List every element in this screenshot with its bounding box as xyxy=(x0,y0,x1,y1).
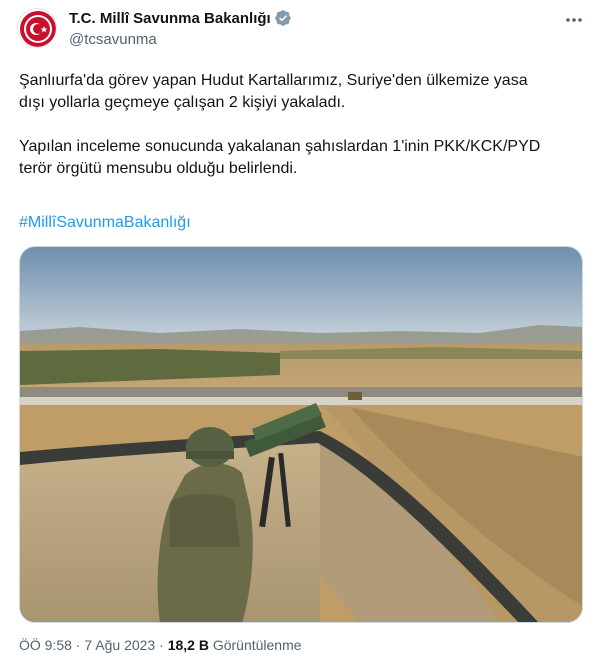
tweet-photo[interactable] xyxy=(19,246,583,623)
author-display-name[interactable]: T.C. Millî Savunma Bakanlığı xyxy=(69,10,271,27)
meta-separator: · xyxy=(71,637,85,653)
hashtag-link[interactable]: #MillîSavunmaBakanlığı xyxy=(19,212,191,234)
photo-soldier-binoculars-border xyxy=(20,247,582,622)
tweet-date[interactable]: 7 Ağu 2023 xyxy=(84,637,155,653)
more-horizontal-icon xyxy=(566,18,582,22)
verified-badge-icon[interactable] xyxy=(274,9,292,27)
more-options-button[interactable] xyxy=(562,12,586,28)
meta-separator: · xyxy=(155,637,168,653)
author-handle[interactable]: @tcsavunma xyxy=(69,31,157,48)
tweet-text: Şanlıurfa'da görev yapan Hudut Kartallar… xyxy=(19,70,589,202)
views-count: 18,2 B xyxy=(167,637,209,653)
avatar[interactable] xyxy=(17,8,57,48)
tweet-meta: ÖÖ 9:58 · 7 Ağu 2023 · 18,2 B Görüntülen… xyxy=(19,637,302,653)
tweet-paragraph: Şanlıurfa'da görev yapan Hudut Kartallar… xyxy=(19,72,528,111)
views-label: Görüntülenme xyxy=(212,637,302,653)
author-name-row: T.C. Millî Savunma Bakanlığı xyxy=(69,9,292,27)
tweet-paragraph: Yapılan inceleme sonucunda yakalanan şah… xyxy=(19,138,541,177)
tweet-card: T.C. Millî Savunma Bakanlığı @tcsavunma … xyxy=(0,0,599,664)
ministry-emblem-icon xyxy=(20,11,56,47)
tweet-time[interactable]: ÖÖ 9:58 xyxy=(19,637,72,653)
